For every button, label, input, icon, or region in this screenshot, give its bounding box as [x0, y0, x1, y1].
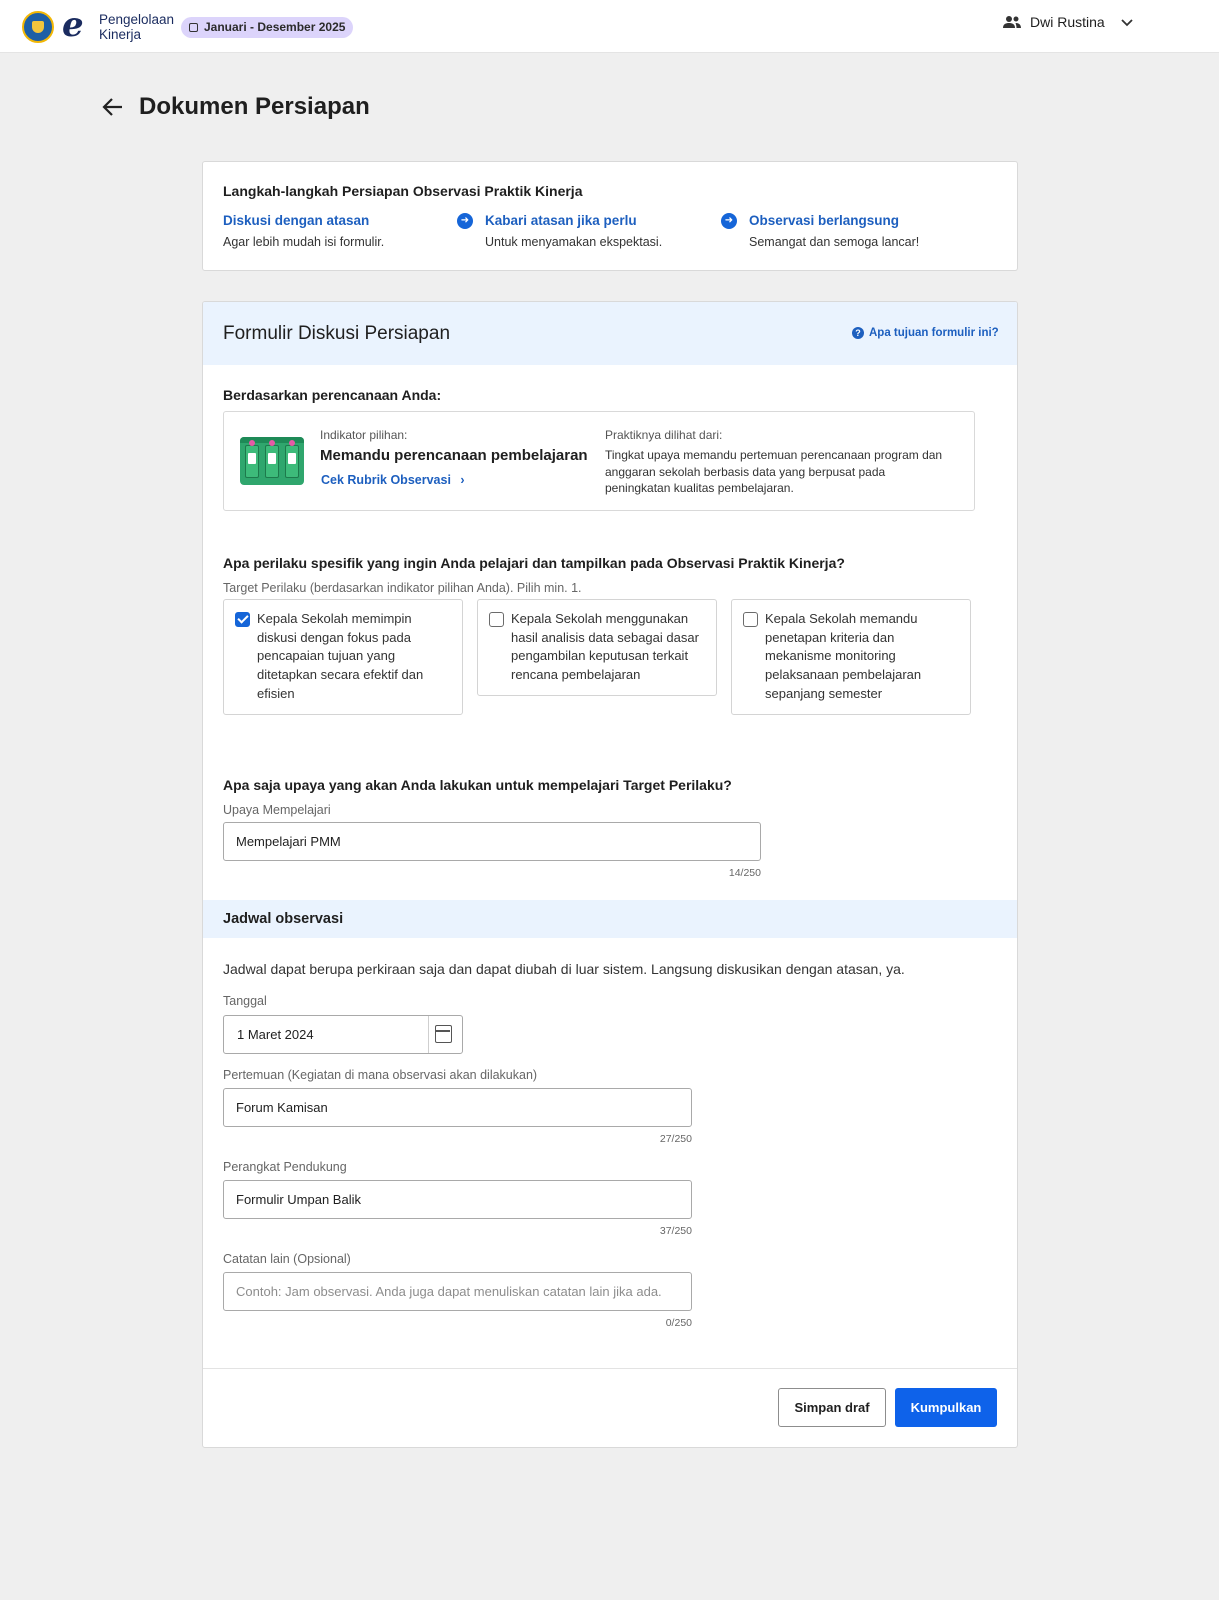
- step-desc: Agar lebih mudah isi formulir.: [223, 235, 385, 249]
- date-picker[interactable]: 1 Maret 2024: [223, 1015, 463, 1054]
- tool-label: Perangkat Pendukung: [223, 1160, 347, 1174]
- steps-title: Langkah-langkah Persiapan Observasi Prak…: [223, 183, 583, 199]
- step-item-1: Diskusi dengan atasan Agar lebih mudah i…: [223, 213, 384, 249]
- back-arrow-icon[interactable]: [101, 95, 125, 119]
- step-desc: Untuk menyamakan ekspektasi.: [485, 235, 663, 249]
- government-emblem-logo: [22, 11, 54, 43]
- chevron-right-icon: ›: [460, 473, 465, 487]
- effort-counter: 14/250: [728, 867, 761, 879]
- page-title: Dokumen Persiapan: [139, 93, 370, 120]
- behavior-option-2[interactable]: Kepala Sekolah menggunakan hasil analisi…: [477, 599, 717, 696]
- rubric-illustration-icon: [240, 437, 304, 485]
- meeting-counter: 27/250: [659, 1133, 692, 1145]
- arrow-right-circle-icon: ➜: [721, 213, 737, 229]
- planning-heading: Berdasarkan perencanaan Anda:: [223, 387, 442, 403]
- behavior-option-text: Kepala Sekolah memimpin diskusi dengan f…: [257, 611, 424, 701]
- save-draft-button[interactable]: Simpan draf: [778, 1388, 886, 1427]
- indicator-box: Indikator pilihan: Memandu perencanaan p…: [223, 411, 975, 511]
- behavior-option-3[interactable]: Kepala Sekolah memandu penetapan kriteri…: [731, 599, 971, 715]
- date-label: Tanggal: [223, 994, 267, 1008]
- checkbox[interactable]: [743, 612, 758, 627]
- question-circle-icon: ?: [852, 327, 864, 339]
- calendar-square-icon: [189, 23, 198, 32]
- steps-card: Langkah-langkah Persiapan Observasi Prak…: [202, 161, 1018, 271]
- behavior-option-1[interactable]: Kepala Sekolah memimpin diskusi dengan f…: [223, 599, 463, 715]
- practice-desc: Tingkat upaya memandu pertemuan perencan…: [605, 448, 943, 495]
- notes-counter: 0/250: [665, 1317, 692, 1329]
- step-item-2: Kabari atasan jika perlu Untuk menyamaka…: [485, 213, 662, 249]
- brand-logo-icon: e: [62, 5, 84, 45]
- user-menu[interactable]: Dwi Rustina: [1003, 14, 1134, 30]
- top-bar: e Pengelolaan Kinerja Januari - Desember…: [0, 0, 1219, 53]
- form-title: Formulir Diskusi Persiapan: [223, 323, 451, 344]
- user-name: Dwi Rustina: [1030, 14, 1105, 30]
- form-card: Formulir Diskusi Persiapan ? Apa tujuan …: [202, 301, 1018, 1448]
- date-value: 1 Maret 2024: [237, 1027, 314, 1042]
- calendar-icon[interactable]: [435, 1025, 452, 1043]
- tool-input[interactable]: [223, 1180, 692, 1219]
- meeting-label: Pertemuan (Kegiatan di mana observasi ak…: [223, 1068, 538, 1082]
- people-icon: [1003, 16, 1021, 28]
- checkbox[interactable]: [489, 612, 504, 627]
- practice-label: Praktiknya dilihat dari:: [605, 428, 723, 442]
- indicator-title: Memandu perencanaan pembelajaran: [320, 447, 588, 464]
- behavior-hint: Target Perilaku (berdasarkan indikator p…: [223, 581, 582, 595]
- step-label: Diskusi dengan atasan: [223, 213, 370, 228]
- brand-name[interactable]: Pengelolaan Kinerja: [99, 12, 174, 42]
- submit-button[interactable]: Kumpulkan: [895, 1388, 997, 1427]
- period-label: Januari - Desember 2025: [204, 20, 346, 34]
- tool-counter: 37/250: [659, 1225, 692, 1237]
- form-header: Formulir Diskusi Persiapan ? Apa tujuan …: [203, 302, 1017, 365]
- help-link[interactable]: ? Apa tujuan formulir ini?: [852, 327, 999, 339]
- period-chip[interactable]: Januari - Desember 2025: [181, 17, 354, 38]
- rubric-link[interactable]: Cek Rubrik Observasi ›: [321, 473, 465, 487]
- schedule-note: Jadwal dapat berupa perkiraan saja dan d…: [223, 961, 905, 977]
- step-desc: Semangat dan semoga lancar!: [749, 235, 920, 249]
- chevron-down-icon: [1121, 19, 1133, 27]
- effort-label: Upaya Mempelajari: [223, 803, 331, 817]
- schedule-section-header: Jadwal observasi: [203, 900, 1017, 938]
- brand-line-1: Pengelolaan: [99, 12, 175, 27]
- behavior-option-text: Kepala Sekolah menggunakan hasil analisi…: [511, 611, 699, 683]
- meeting-input[interactable]: [223, 1088, 692, 1127]
- notes-input[interactable]: [223, 1272, 692, 1311]
- schedule-title: Jadwal observasi: [223, 911, 344, 927]
- arrow-right-circle-icon: ➜: [457, 213, 473, 229]
- rubric-link-label: Cek Rubrik Observasi: [321, 473, 451, 487]
- checkbox-checked[interactable]: [235, 612, 250, 627]
- step-label: Observasi berlangsung: [749, 213, 900, 228]
- step-label: Kabari atasan jika perlu: [485, 213, 637, 228]
- indicator-label: Indikator pilihan:: [320, 428, 408, 442]
- notes-label: Catatan lain (Opsional): [223, 1252, 351, 1266]
- help-link-label: Apa tujuan formulir ini?: [869, 327, 999, 339]
- effort-question: Apa saja upaya yang akan Anda lakukan un…: [223, 777, 732, 793]
- effort-input[interactable]: [223, 822, 761, 861]
- behavior-option-text: Kepala Sekolah memandu penetapan kriteri…: [765, 611, 922, 701]
- behavior-question: Apa perilaku spesifik yang ingin Anda pe…: [223, 555, 845, 571]
- brand-line-2: Kinerja: [99, 27, 142, 42]
- step-item-3: Observasi berlangsung Semangat dan semog…: [749, 213, 919, 249]
